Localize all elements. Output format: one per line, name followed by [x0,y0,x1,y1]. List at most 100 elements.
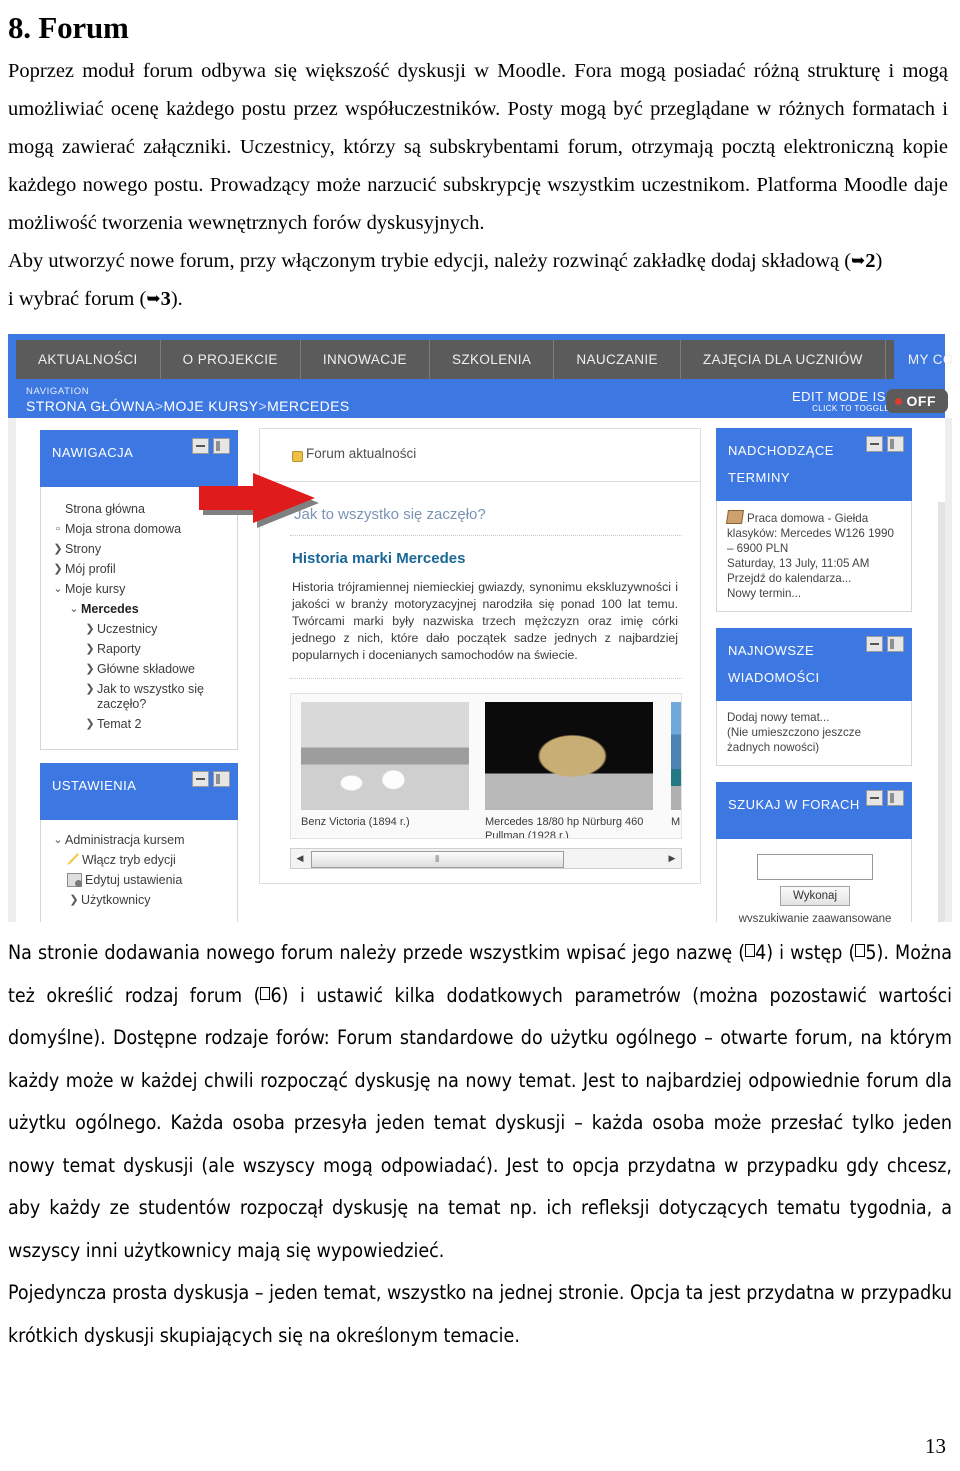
topic-title: Jak to wszystko się zaczęło? [294,506,486,523]
breadcrumb-item-courses[interactable]: MOJE KURSY [163,398,258,414]
block-action-icons [192,771,230,787]
collapse-icon[interactable] [866,790,883,806]
twisty-icon[interactable]: ❯ [51,542,65,557]
instruction-text-a-end: ) [875,250,883,272]
nav-item-jak-to-wszystko[interactable]: ❯ Jak to wszystko się zaczęło? [51,682,229,712]
collapse-icon[interactable] [192,438,209,454]
settings-item-uzytkownicy[interactable]: ❯ Użytkownicy [51,893,229,908]
collapse-icon[interactable] [866,636,883,652]
divider [290,535,682,536]
scrollbar-track[interactable]: ⦀ [309,851,663,868]
navigation-block-header: NAWIGACJA [40,430,238,487]
nav-item-glowne-skladowe[interactable]: ❯ Główne składowe [51,662,229,677]
bottom-paragraph-1: Na stronie dodawania nowego forum należy… [8,932,952,1272]
nav-label: Strona główna [65,502,145,516]
breadcrumb-item-home[interactable]: STRONA GŁÓWNA [26,398,155,414]
gallery-item[interactable]: Benz Victoria (1894 r.) [301,702,469,830]
marker-2: 2 [865,250,876,272]
gallery-item-partial[interactable]: M [671,702,681,830]
scrollbar-thumb[interactable]: ⦀ [311,851,565,868]
breadcrumb-kicker: NAVIGATION [26,386,90,397]
scroll-right-arrow-icon[interactable]: ▶ [663,853,681,864]
dock-icon[interactable] [887,436,904,452]
dock-icon[interactable] [213,438,230,454]
twisty-icon: ▫ [56,523,60,535]
nav-item-szkolenia[interactable]: SZKOLENIA [430,340,555,379]
nav-label: Główne składowe [97,662,195,676]
twisty-icon[interactable]: ⌄ [51,582,65,597]
twisty-icon[interactable]: ❯ [83,622,97,637]
twisty-icon[interactable]: ❯ [83,717,97,732]
nav-label: Raporty [97,642,141,656]
nav-item-my-courses[interactable]: MY COURSES [886,340,952,379]
nav-label: Jak to wszystko się zaczęło? [97,682,204,711]
twisty-icon[interactable]: ❯ [83,682,97,697]
advanced-search-link[interactable]: wyszukiwanie zaawansowane [727,912,903,922]
dock-icon[interactable] [213,771,230,787]
breadcrumb-item-mercedes[interactable]: MERCEDES [267,398,350,414]
news-forum-link[interactable]: Forum aktualności [306,446,416,461]
navigation-block-title: NAWIGACJA [52,445,134,460]
twisty-icon[interactable]: ❯ [67,893,81,908]
nav-item-aktualnosci[interactable]: AKTUALNOŚCI [16,340,161,379]
calendar-link[interactable]: Przejdź do kalendarza... [727,571,903,586]
latest-news-header: NAJNOWSZE WIADOMOŚCI [716,628,912,701]
twisty-icon[interactable]: ⌄ [67,602,81,617]
edit-mode-line2: CLICK TO TOGGLE [812,404,890,413]
nav-item-moja-strona-domowa[interactable]: ▫ Moja strona domowa [51,522,229,537]
pencil-icon [67,853,79,865]
page-body: NAWIGACJA Strona główna ▫ Moja strona dom… [8,418,952,922]
settings-item-wlacz-tryb-edycji[interactable]: Włącz tryb edycji [51,853,229,868]
event-title[interactable]: Praca domowa - Giełda klasyków: Mercedes… [727,512,894,555]
twisty-icon[interactable]: ❯ [83,642,97,657]
settings-item-administracja[interactable]: ⌄ Administracja kursem [51,833,229,848]
nav-item-moj-profil[interactable]: ❯ Mój profil [51,562,229,577]
horizontal-scrollbar[interactable]: ◀ ⦀ ▶ [290,848,682,869]
collapse-icon[interactable] [866,436,883,452]
nav-label: Moje kursy [65,582,126,596]
navigation-block-body: Strona główna ▫ Moja strona domowa ❯ Stron… [40,487,238,750]
nav-item-o-projekcie[interactable]: O PROJEKCIE [161,340,301,379]
page-scroll-strip[interactable] [938,502,945,922]
settings-block-title: USTAWIENIA [52,778,137,793]
forum-search-input[interactable] [757,854,873,880]
nav-item-temat-2[interactable]: ❯ Temat 2 [51,717,229,732]
nav-item-moje-kursy[interactable]: ⌄ Moje kursy [51,582,229,597]
status-dot-icon [894,397,902,405]
twisty-icon[interactable]: ❯ [83,662,97,677]
nav-item-raporty[interactable]: ❯ Raporty [51,642,229,657]
new-event-link[interactable]: Nowy termin... [727,586,903,601]
gallery-caption: Benz Victoria (1894 r.) [301,816,410,828]
latest-news-title-line2: WIADOMOŚCI [728,670,820,685]
gear-icon [67,873,82,887]
nav-item-zajecia[interactable]: ZAJĘCIA DLA UCZNIÓW [681,340,886,379]
twisty-icon[interactable]: ❯ [51,562,65,577]
nav-item-nauczanie[interactable]: NAUCZANIE [554,340,681,379]
instruction-text-a: Aby utworzyć nowe forum, przy włączonym … [8,250,852,272]
nav-item-strony[interactable]: ❯ Strony [51,542,229,557]
nav-item-strona-glowna[interactable]: Strona główna [51,502,229,517]
right-column: NADCHODZĄCE TERMINY Praca domowa - Giełd… [716,428,912,922]
settings-item-edytuj-ustawienia[interactable]: Edytuj ustawienia [51,873,229,888]
gallery-item[interactable]: Mercedes 18/80 hp Nürburg 460 Pullman (1… [485,702,655,838]
collapse-icon[interactable] [192,771,209,787]
upcoming-events-body: Praca domowa - Giełda klasyków: Mercedes… [716,501,912,612]
nav-item-mercedes[interactable]: ⌄ Mercedes [51,602,229,617]
forum-search-button[interactable]: Wykonaj [780,886,850,906]
block-action-icons [192,438,230,454]
nav-item-innowacje[interactable]: INNOWACJE [301,340,430,379]
edit-mode-toggle[interactable]: OFF [885,389,948,413]
top-navbar: AKTUALNOŚCI O PROJEKCIE INNOWACJE SZKOLE… [16,340,952,379]
add-topic-link[interactable]: Dodaj nowy temat... [727,710,903,725]
scroll-left-arrow-icon[interactable]: ◀ [291,853,309,864]
dock-icon[interactable] [887,636,904,652]
twisty-icon[interactable]: ⌄ [51,833,65,848]
settings-label: Edytuj ustawienia [85,873,183,887]
topic-section: Jak to wszystko się zaczęło? Historia ma… [259,482,701,884]
breadcrumb-separator-2: > [258,398,268,414]
upcoming-title-line1: NADCHODZĄCE [728,443,834,458]
settings-block-body: ⌄ Administracja kursem Włącz tryb edycji … [40,820,238,922]
marker-box-icon [260,986,271,1000]
dock-icon[interactable] [887,790,904,806]
nav-item-uczestnicy[interactable]: ❯ Uczestnicy [51,622,229,637]
